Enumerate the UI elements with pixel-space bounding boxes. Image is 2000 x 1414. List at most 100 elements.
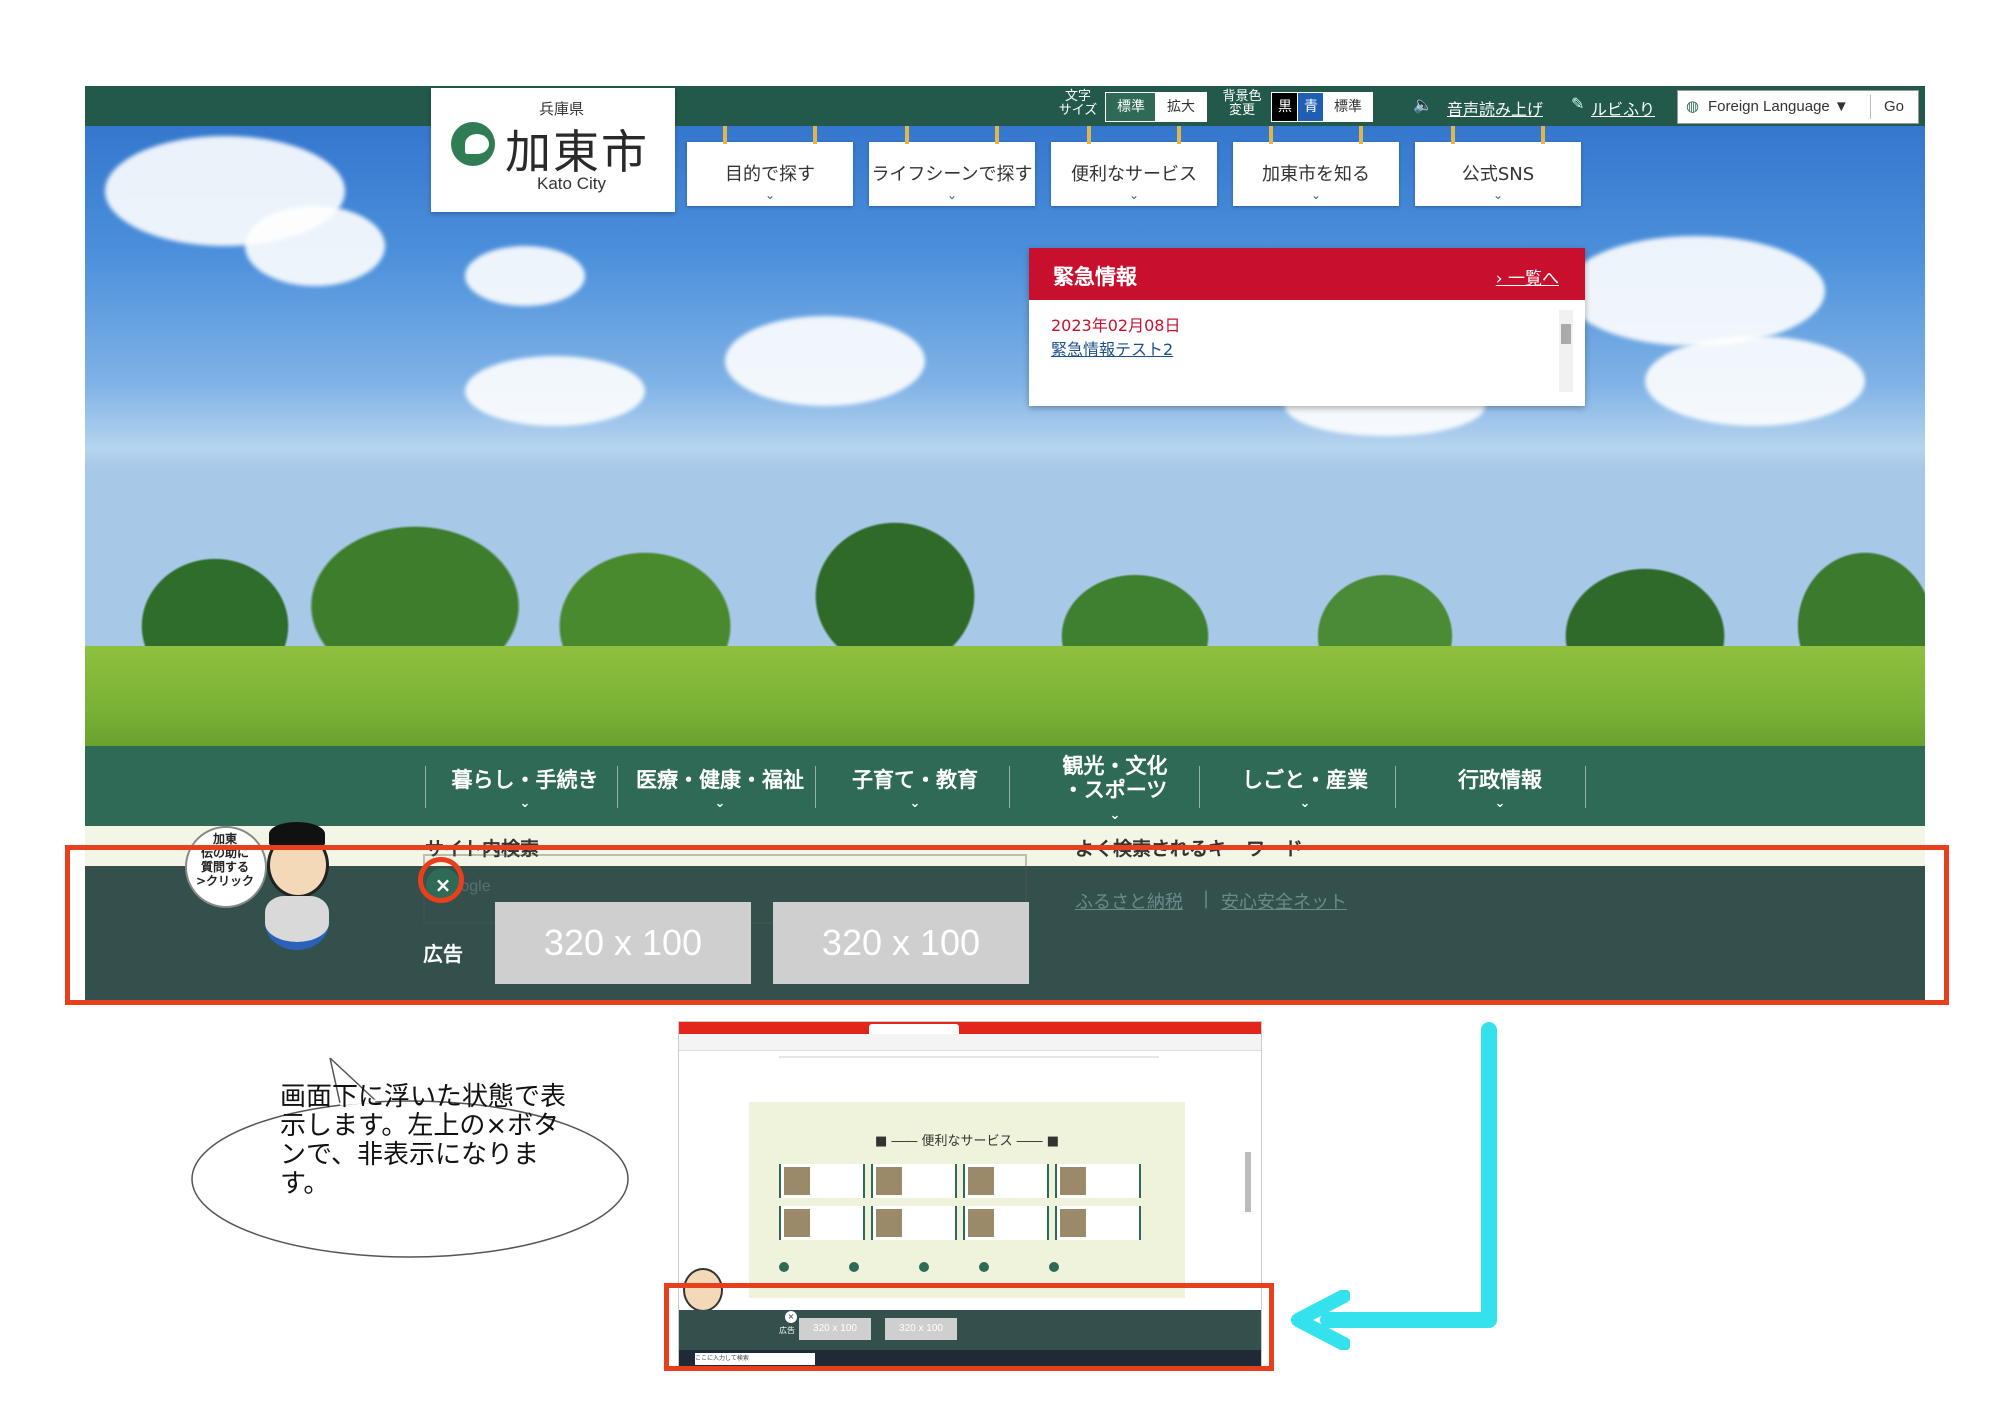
divider (779, 1056, 1159, 1058)
menu-label: ライフシーンで探す (871, 164, 1033, 185)
mini-service-card[interactable] (1055, 1164, 1141, 1198)
chevron-down-icon: ⌄ (1109, 808, 1121, 823)
menu-services[interactable]: 便利なサービス ⌄ (1051, 126, 1217, 206)
menu-label: 加東市を知る (1262, 164, 1370, 185)
cloud (245, 206, 385, 286)
nav-label: 医療・健康・福祉 (636, 768, 804, 792)
nav-divider (1395, 766, 1396, 808)
nav-divider (815, 766, 816, 808)
nav-divider (617, 766, 618, 808)
read-aloud-link[interactable]: 音声読み上げ (1447, 96, 1543, 120)
arrow-shaft-vertical (1481, 1022, 1497, 1328)
chevron-down-icon: ⌄ (909, 796, 921, 811)
chevron-down-icon: ⌄ (519, 796, 531, 811)
chevron-down-icon: ⌄ (1299, 796, 1311, 811)
speaker-icon: 🔈 (1413, 95, 1433, 114)
scroll-thumb[interactable] (1561, 324, 1571, 344)
nav-administration[interactable]: 行政情報 ⌄ (1405, 764, 1595, 811)
cloud (1645, 336, 1865, 426)
foreign-language-select[interactable]: ◍ Foreign Language ▼ Go (1677, 90, 1919, 124)
mini-service-card[interactable] (871, 1206, 957, 1240)
chevron-down-icon: ⌄ (946, 188, 958, 202)
site-logo[interactable]: 兵庫県 加東市 Kato City (431, 88, 675, 212)
nav-label: 観光・文化 ・スポーツ (1062, 754, 1168, 802)
font-large-button[interactable]: 拡大 (1155, 92, 1207, 122)
mini-card-image (968, 1167, 994, 1195)
mini-ad-bar-highlight (664, 1283, 1274, 1371)
mini-service-card[interactable] (779, 1164, 865, 1198)
go-button[interactable]: Go (1884, 91, 1904, 123)
nav-divider (425, 766, 426, 808)
menu-label: 公式SNS (1461, 164, 1535, 185)
mini-card-image (876, 1209, 902, 1237)
mascot-hair-icon (269, 822, 325, 846)
pen-icon: ✎ (1571, 94, 1585, 113)
nav-work[interactable]: しごと・産業 ⌄ (1215, 764, 1395, 811)
bg-black-button[interactable]: 黒 (1271, 92, 1299, 122)
divider (1870, 95, 1871, 119)
close-button-highlight (418, 857, 464, 903)
mini-service-card[interactable] (871, 1164, 957, 1198)
emergency-title: 緊急情報 (1053, 265, 1137, 289)
bg-blue-button[interactable]: 青 (1297, 92, 1325, 122)
mini-card-image (1060, 1209, 1086, 1237)
foreign-language-label: Foreign Language ▼ (1708, 98, 1849, 115)
emergency-list-link[interactable]: › 一覧へ (1496, 264, 1559, 289)
arrow-circle-icon (779, 1262, 789, 1272)
arrow-circle-icon (849, 1262, 859, 1272)
chevron-down-icon: ⌄ (1494, 796, 1506, 811)
mini-card-image (784, 1167, 810, 1195)
menu-purpose[interactable]: 目的で探す ⌄ (687, 126, 853, 206)
font-size-label: 文字 サイズ (1058, 89, 1098, 118)
lawn (85, 646, 1925, 746)
ruby-link[interactable]: ルビふり (1591, 96, 1655, 120)
mini-services-panel: ■ ―― 便利なサービス ―― ■ (749, 1102, 1185, 1298)
mini-service-card[interactable] (1055, 1206, 1141, 1240)
nav-health[interactable]: 医療・健康・福祉 ⌄ (625, 764, 815, 811)
emergency-info-panel: 緊急情報 › 一覧へ 2023年02月08日 緊急情報テスト2 (1029, 248, 1585, 406)
browser-tabs (679, 1022, 1261, 1034)
nav-childcare[interactable]: 子育て・教育 ⌄ (825, 764, 1005, 811)
mini-service-card[interactable] (963, 1206, 1049, 1240)
mini-panel-title: ■ ―― 便利なサービス ―― ■ (874, 1134, 1060, 1149)
menu-life-scene[interactable]: ライフシーンで探す ⌄ (869, 126, 1035, 206)
menu-about-city[interactable]: 加東市を知る ⌄ (1233, 126, 1399, 206)
arrow-circle-icon (979, 1262, 989, 1272)
bg-color-label: 背景色 変更 (1222, 89, 1262, 118)
emergency-scrollbar[interactable] (1559, 310, 1573, 392)
emergency-item-link[interactable]: 緊急情報テスト2 (1051, 336, 1173, 360)
browser-address-bar (679, 1034, 1261, 1051)
emergency-header: 緊急情報 › 一覧へ (1029, 248, 1585, 300)
city-emblem-icon (451, 122, 495, 166)
nav-divider (1585, 766, 1586, 808)
nav-divider (1009, 766, 1010, 808)
cloud (1565, 236, 1825, 346)
bg-standard-button[interactable]: 標準 (1323, 92, 1373, 122)
menu-label: 目的で探す (725, 164, 815, 185)
arrow-left-icon (1291, 1290, 1350, 1350)
nav-divider (1199, 766, 1200, 808)
arrow-circle-icon (919, 1262, 929, 1272)
arrow-circle-icon (1049, 1262, 1059, 1272)
font-standard-button[interactable]: 標準 (1105, 92, 1157, 122)
menu-sns[interactable]: 公式SNS ⌄ (1415, 126, 1581, 206)
mini-scrollbar (1245, 1152, 1251, 1212)
mini-icon-row (779, 1052, 1159, 1074)
mini-card-image (784, 1209, 810, 1237)
nav-living[interactable]: 暮らし・手続き ⌄ (435, 764, 615, 811)
nav-label: しごと・産業 (1242, 768, 1368, 792)
main-navigation: 暮らし・手続き ⌄ 医療・健康・福祉 ⌄ 子育て・教育 ⌄ 観光・文化 ・スポーツ ⌄ … (85, 746, 1925, 826)
mini-card-image (1060, 1167, 1086, 1195)
logo-city-english: Kato City (537, 174, 606, 193)
menu-label: 便利なサービス (1071, 164, 1197, 185)
mini-link-row (779, 1262, 1159, 1274)
nav-tourism[interactable]: 観光・文化 ・スポーツ ⌄ (1025, 754, 1205, 828)
chevron-down-icon: ⌄ (1310, 188, 1322, 202)
mini-service-card[interactable] (779, 1206, 865, 1240)
ad-bar-highlight (65, 845, 1949, 1005)
mini-service-card[interactable] (963, 1164, 1049, 1198)
nav-label: 行政情報 (1458, 768, 1542, 792)
globe-icon: ◍ (1686, 98, 1700, 115)
mini-card-image (968, 1209, 994, 1237)
cloud (465, 246, 585, 306)
